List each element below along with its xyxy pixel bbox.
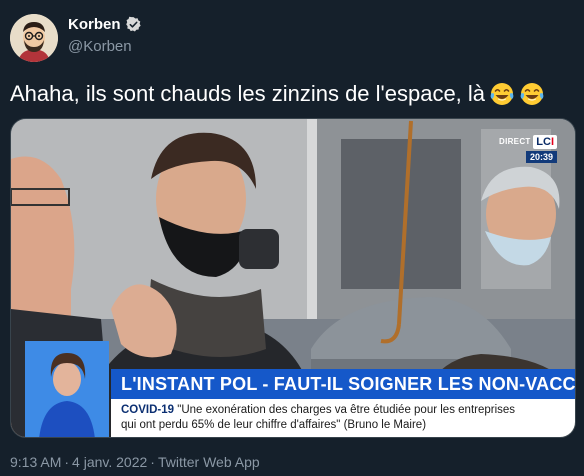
meta-separator: · — [64, 454, 70, 470]
presenter-inset — [25, 341, 109, 437]
meta-separator: · — [150, 454, 155, 470]
author-display-name[interactable]: Korben — [68, 16, 121, 33]
verified-badge-icon — [125, 16, 142, 33]
avatar-illustration — [10, 14, 58, 62]
channel-logo: LCI — [533, 135, 557, 149]
news-quote-line-2: qui ont perdu 65% de leur chiffre d'affa… — [121, 419, 427, 431]
news-subtitle: COVID-19 "Une exonération des charges va… — [111, 399, 575, 437]
tweet-metadata: 9:13 AM · 4 janv. 2022 · Twitter Web App — [10, 454, 260, 470]
author-name-row[interactable]: Korben — [68, 16, 142, 33]
presenter-illustration — [25, 341, 109, 437]
news-headline-bar: L'INSTANT POL - FAUT-IL SOIGNER LES NON-… — [111, 369, 576, 399]
author-handle[interactable]: @Korben — [68, 38, 132, 55]
live-label: DIRECT — [499, 137, 531, 146]
broadcast-time: 20:39 — [525, 151, 557, 163]
news-tag: COVID-19 — [121, 404, 175, 416]
channel-logo-right: I — [550, 136, 554, 148]
author-avatar[interactable] — [10, 14, 58, 62]
news-headline: L'INSTANT POL - FAUT-IL SOIGNER LES NON-… — [121, 373, 576, 394]
tears-of-joy-emoji-icon — [519, 81, 545, 107]
tears-of-joy-emoji-icon — [489, 81, 515, 107]
tweet-text: Ahaha, ils sont chauds les zinzins de l'… — [10, 80, 574, 108]
tweet: Korben @Korben Ahaha, ils sont chauds le… — [0, 0, 584, 476]
channel-logo-box: DIRECT LCI 20:39 — [499, 135, 557, 163]
tweet-text-content: Ahaha, ils sont chauds les zinzins de l'… — [10, 81, 486, 106]
tweet-date[interactable]: 4 janv. 2022 — [72, 454, 147, 470]
tweet-media-video[interactable]: DIRECT LCI 20:39 L'INSTANT POL - FAUT-IL… — [10, 118, 576, 438]
channel-logo-left: LC — [536, 136, 551, 148]
tweet-source[interactable]: Twitter Web App — [158, 454, 260, 470]
tweet-time[interactable]: 9:13 AM — [10, 454, 61, 470]
news-quote-line-1: "Une exonération des charges va être étu… — [177, 404, 516, 416]
news-subtitle-line-1: COVID-19 "Une exonération des charges va… — [121, 403, 567, 418]
